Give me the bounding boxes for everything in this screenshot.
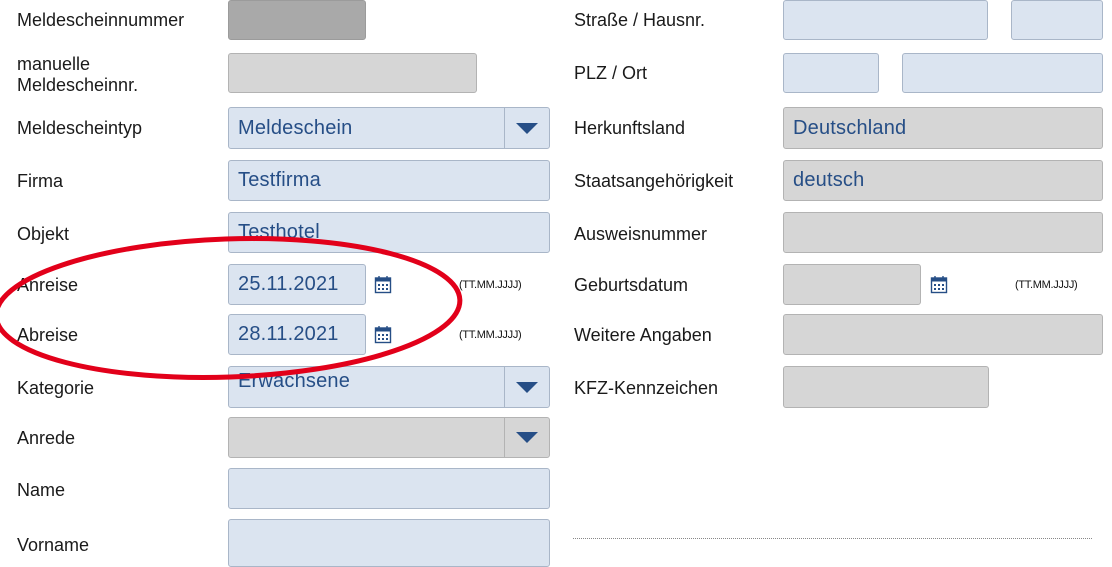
herkunftsland-value: Deutschland: [793, 116, 907, 139]
objekt-value: Testhotel: [238, 221, 320, 243]
anreise-format-hint: (TT.MM.JJJJ): [459, 279, 522, 291]
chevron-down-icon: [516, 381, 538, 393]
plz-field[interactable]: [783, 53, 879, 93]
anreise-value: 25.11.2021: [238, 273, 339, 295]
strasse-hausnr-label: Straße / Hausnr.: [574, 10, 706, 30]
meldescheintyp-label: Meldescheintyp: [17, 118, 143, 138]
firma-field[interactable]: Testfirma: [228, 160, 550, 201]
geburtsdatum-format-hint: (TT.MM.JJJJ): [1015, 279, 1078, 291]
anrede-dropdown-button[interactable]: [504, 418, 549, 457]
anreise-date-field[interactable]: 25.11.2021: [228, 264, 366, 305]
weitere-angaben-field[interactable]: [783, 314, 1103, 355]
calendar-icon[interactable]: [930, 275, 948, 294]
firma-value: Testfirma: [238, 169, 321, 191]
staatsangehoerigkeit-field[interactable]: deutsch: [783, 160, 1103, 201]
kfz-kennzeichen-field[interactable]: [783, 366, 989, 408]
objekt-field[interactable]: Testhotel: [228, 212, 550, 253]
anrede-select[interactable]: [228, 417, 550, 458]
vorname-label: Vorname: [17, 535, 90, 555]
meldescheinnummer-field: [228, 0, 366, 40]
staatsangehoerigkeit-value: deutsch: [793, 169, 865, 191]
anreise-label: Anreise: [17, 275, 79, 295]
vorname-field[interactable]: [228, 519, 550, 567]
calendar-icon[interactable]: [374, 275, 392, 294]
name-field[interactable]: [228, 468, 550, 509]
staatsangehoerigkeit-label: Staatsangehörigkeit: [574, 171, 734, 191]
meldescheintyp-select[interactable]: Meldeschein: [228, 107, 550, 149]
anrede-label: Anrede: [17, 428, 76, 448]
abreise-format-hint: (TT.MM.JJJJ): [459, 329, 522, 341]
herkunftsland-field[interactable]: Deutschland: [783, 107, 1103, 149]
abreise-date-field[interactable]: 28.11.2021: [228, 314, 366, 355]
abreise-value: 28.11.2021: [238, 323, 339, 345]
kategorie-label: Kategorie: [17, 378, 95, 398]
meldescheinnummer-label: Meldescheinnummer: [17, 10, 185, 30]
manuelle-meldescheinnr-label: manuelle Meldescheinnr.: [17, 54, 139, 95]
calendar-icon[interactable]: [374, 325, 392, 344]
ort-field[interactable]: [902, 53, 1103, 93]
kategorie-select[interactable]: Erwachsene: [228, 366, 550, 408]
dotted-separator: [573, 538, 1092, 539]
strasse-field[interactable]: [783, 0, 988, 40]
abreise-label: Abreise: [17, 325, 79, 345]
meldescheintyp-dropdown-button[interactable]: [504, 108, 549, 148]
name-label: Name: [17, 480, 66, 500]
herkunftsland-label: Herkunftsland: [574, 118, 686, 138]
ausweisnummer-label: Ausweisnummer: [574, 224, 708, 244]
chevron-down-icon: [516, 122, 538, 134]
geburtsdatum-label: Geburtsdatum: [574, 275, 689, 295]
chevron-down-icon: [516, 432, 538, 443]
kfz-kennzeichen-label: KFZ-Kennzeichen: [574, 378, 719, 398]
plz-ort-label: PLZ / Ort: [574, 63, 648, 83]
meldescheintyp-value: Meldeschein: [238, 116, 353, 139]
objekt-label: Objekt: [17, 224, 70, 244]
kategorie-dropdown-button[interactable]: [504, 367, 549, 407]
ausweisnummer-field[interactable]: [783, 212, 1103, 253]
geburtsdatum-date-field[interactable]: [783, 264, 921, 305]
kategorie-value: Erwachsene: [238, 369, 351, 392]
hausnr-field[interactable]: [1011, 0, 1103, 40]
manuelle-meldescheinnr-field[interactable]: [228, 53, 477, 93]
firma-label: Firma: [17, 171, 63, 191]
weitere-angaben-label: Weitere Angaben: [574, 325, 712, 345]
